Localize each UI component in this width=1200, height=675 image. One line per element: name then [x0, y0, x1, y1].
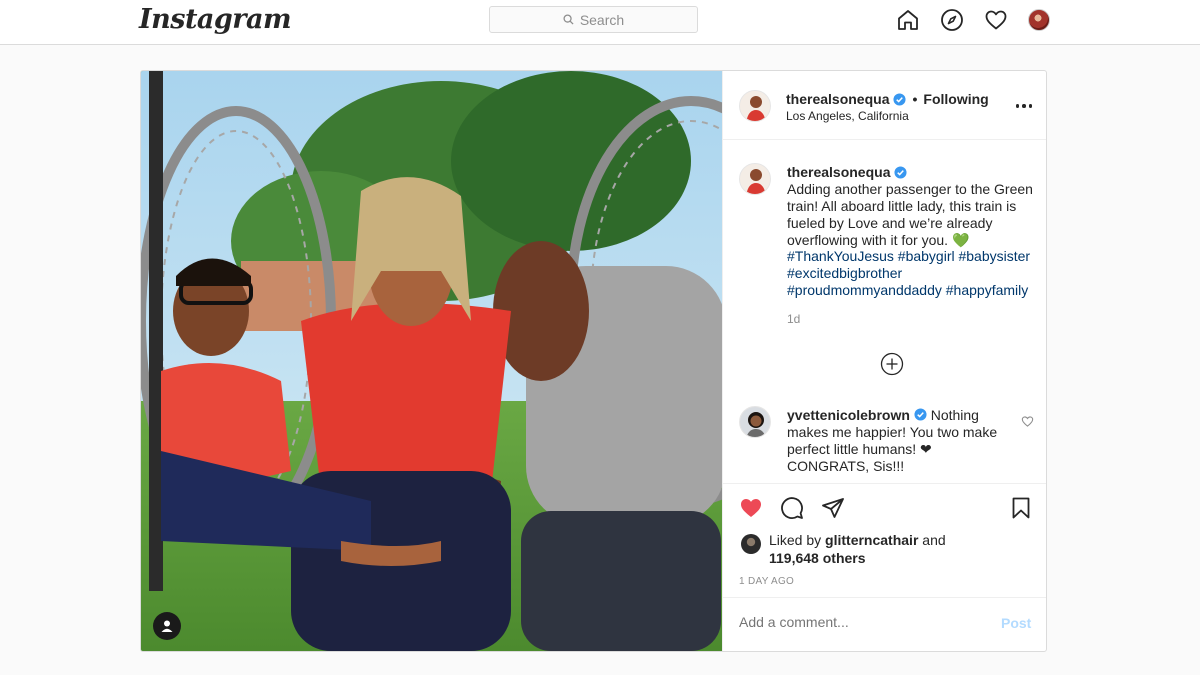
- comment-like-heart-icon[interactable]: [1021, 415, 1034, 428]
- caption-author-avatar[interactable]: [739, 163, 771, 195]
- tagged-users-icon[interactable]: [153, 612, 181, 640]
- separator-dot: •: [912, 91, 918, 107]
- location-link[interactable]: Los Angeles, California: [786, 109, 909, 123]
- home-icon[interactable]: [896, 8, 920, 32]
- verified-badge-icon: [894, 165, 908, 179]
- author-avatar[interactable]: [739, 90, 771, 122]
- activity-heart-icon[interactable]: [984, 8, 1008, 32]
- post-comment-button[interactable]: Post: [1001, 615, 1031, 631]
- verified-badge-icon: [914, 408, 927, 421]
- more-dot: [1028, 104, 1033, 108]
- profile-avatar[interactable]: [1028, 9, 1050, 31]
- search-placeholder: Search: [579, 11, 625, 28]
- commenter-username[interactable]: yvettenicolebrown: [787, 407, 910, 423]
- instagram-logo[interactable]: Instagram: [139, 4, 292, 35]
- post-header: therealsonequa • Following Los Angeles, …: [723, 71, 1046, 140]
- more-dot: [1015, 104, 1020, 108]
- caption-text: Adding another passenger to the Green tr…: [787, 181, 1033, 248]
- top-nav: Instagram Search: [0, 0, 1200, 45]
- comment: yvettenicolebrown Nothing makes me happi…: [787, 407, 1007, 475]
- liked-by-username[interactable]: glitterncathair: [825, 532, 918, 548]
- liked-by-and: and: [922, 532, 946, 548]
- likes-summary: Liked by glitterncathair and 119,648 oth…: [769, 531, 1019, 567]
- load-more-comments-icon[interactable]: [880, 352, 904, 376]
- search-icon: [563, 14, 574, 25]
- following-button[interactable]: Following: [923, 91, 988, 107]
- nav-icons: [896, 7, 1050, 33]
- more-options-button[interactable]: [1014, 96, 1034, 116]
- caption-hashtags[interactable]: #ThankYouJesus #babygirl #babysister #ex…: [787, 248, 1037, 299]
- author-line: therealsonequa • Following: [786, 91, 989, 107]
- likes-count-link[interactable]: 119,648 others: [769, 550, 866, 566]
- post-card: therealsonequa • Following Los Angeles, …: [140, 70, 1047, 652]
- post-photo[interactable]: [141, 71, 722, 651]
- caption-username[interactable]: therealsonequa: [787, 164, 890, 180]
- post-date[interactable]: 1 DAY AGO: [739, 576, 794, 587]
- caption-author: therealsonequa: [787, 164, 908, 180]
- explore-icon[interactable]: [940, 8, 964, 32]
- more-dot: [1022, 104, 1026, 108]
- liked-by-prefix: Liked by: [769, 532, 822, 548]
- caption-timestamp: 1d: [787, 312, 801, 326]
- search-input[interactable]: Search: [489, 6, 698, 33]
- liker-avatar[interactable]: [741, 534, 761, 554]
- action-bar: [739, 496, 845, 520]
- verified-badge-icon: [893, 92, 907, 106]
- add-comment-input[interactable]: [739, 614, 979, 630]
- comment-icon[interactable]: [780, 496, 804, 520]
- share-icon[interactable]: [821, 496, 845, 520]
- like-heart-icon[interactable]: [739, 496, 763, 520]
- commenter-avatar[interactable]: [739, 406, 771, 438]
- author-username[interactable]: therealsonequa: [786, 91, 889, 107]
- photo-illustration: [141, 71, 722, 651]
- save-bookmark-icon[interactable]: [1009, 496, 1033, 520]
- add-comment-section: Post: [723, 597, 1046, 651]
- post-sidebar: therealsonequa • Following Los Angeles, …: [722, 71, 1046, 651]
